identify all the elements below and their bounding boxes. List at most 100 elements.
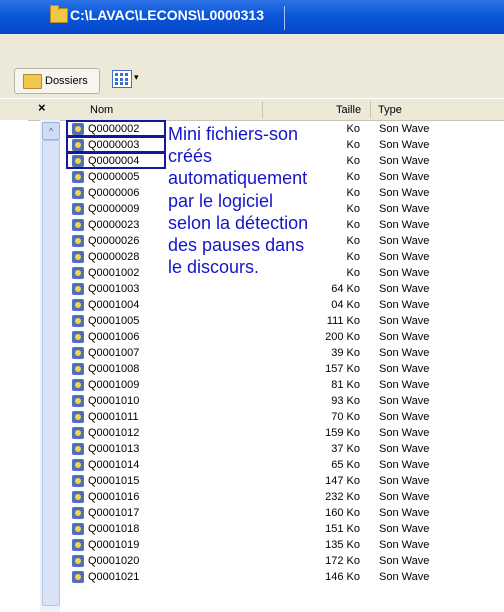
column-header-type[interactable]: Type: [378, 104, 402, 116]
file-name: Q0001015: [88, 475, 140, 487]
file-row[interactable]: Q0001010 93 Ko Son Wave: [0, 393, 504, 409]
file-row[interactable]: Q0001014 65 Ko Son Wave: [0, 457, 504, 473]
file-size: 81 Ko: [331, 379, 360, 391]
annotation-line: selon la détection: [168, 212, 309, 233]
wave-file-icon: [72, 267, 84, 279]
file-row[interactable]: Q0001015 147 Ko Son Wave: [0, 473, 504, 489]
file-name: Q0000028: [88, 251, 140, 263]
column-header-size[interactable]: Taille: [336, 104, 361, 116]
file-row[interactable]: Q0001020 172 Ko Son Wave: [0, 553, 504, 569]
column-divider[interactable]: [370, 101, 371, 118]
file-size: 64 Ko: [331, 283, 360, 295]
file-type: Son Wave: [379, 443, 430, 455]
file-size: 232 Ko: [325, 491, 360, 503]
chevron-down-icon: ▾: [134, 72, 139, 82]
annotation-line: par le logiciel: [168, 190, 274, 211]
file-row[interactable]: Q0001006 200 Ko Son Wave: [0, 329, 504, 345]
file-size: 70 Ko: [331, 411, 360, 423]
file-type: Son Wave: [379, 219, 430, 231]
wave-file-icon: [72, 443, 84, 455]
wave-file-icon: [72, 283, 84, 295]
annotation-text: Mini fichiers-son créés automatiquement …: [166, 123, 344, 279]
annotation-line: créés: [168, 146, 213, 167]
view-grid-icon: [112, 70, 132, 88]
folder-icon: [50, 5, 68, 23]
file-type: Son Wave: [379, 187, 430, 199]
file-name: Q0001008: [88, 363, 140, 375]
wave-file-icon: [72, 539, 84, 551]
file-name: Q0000005: [88, 171, 140, 183]
file-type: Son Wave: [379, 171, 430, 183]
file-type: Son Wave: [379, 139, 430, 151]
file-row[interactable]: Q0001004 04 Ko Son Wave: [0, 297, 504, 313]
highlight-box: [66, 120, 166, 137]
file-type: Son Wave: [379, 395, 430, 407]
annotation-line: Mini fichiers-son: [168, 124, 299, 144]
file-size: 37 Ko: [331, 443, 360, 455]
file-name: Q0001004: [88, 299, 140, 311]
file-row[interactable]: Q0001019 135 Ko Son Wave: [0, 537, 504, 553]
wave-file-icon: [72, 411, 84, 423]
wave-file-icon: [72, 171, 84, 183]
file-name: Q0001010: [88, 395, 140, 407]
file-type: Son Wave: [379, 555, 430, 567]
file-size: 200 Ko: [325, 331, 360, 343]
annotation-line: des pauses dans: [168, 235, 305, 256]
file-row[interactable]: Q0001007 39 Ko Son Wave: [0, 345, 504, 361]
file-row[interactable]: Q0001017 160 Ko Son Wave: [0, 505, 504, 521]
wave-file-icon: [72, 395, 84, 407]
file-type: Son Wave: [379, 155, 430, 167]
file-type: Son Wave: [379, 347, 430, 359]
file-type: Son Wave: [379, 459, 430, 471]
file-name: Q0001012: [88, 427, 140, 439]
annotation-line: automatiquement: [168, 168, 308, 189]
file-size: 160 Ko: [325, 507, 360, 519]
file-type: Son Wave: [379, 523, 430, 535]
file-row[interactable]: Q0001011 70 Ko Son Wave: [0, 409, 504, 425]
folders-button[interactable]: Dossiers: [14, 68, 100, 94]
close-pane-button[interactable]: ×: [38, 100, 46, 115]
file-row[interactable]: Q0001013 37 Ko Son Wave: [0, 441, 504, 457]
file-type: Son Wave: [379, 491, 430, 503]
wave-file-icon: [72, 363, 84, 375]
file-name: Q0000009: [88, 203, 140, 215]
file-name: Q0001002: [88, 267, 140, 279]
file-type: Son Wave: [379, 315, 430, 327]
file-row[interactable]: Q0001005 111 Ko Son Wave: [0, 313, 504, 329]
menu-bar: [0, 34, 504, 59]
highlight-box: [66, 136, 166, 153]
file-type: Son Wave: [379, 267, 430, 279]
wave-file-icon: [72, 491, 84, 503]
file-size: 151 Ko: [325, 523, 360, 535]
file-type: Son Wave: [379, 331, 430, 343]
file-name: Q0001005: [88, 315, 140, 327]
column-divider[interactable]: [262, 101, 263, 118]
file-size: 157 Ko: [325, 363, 360, 375]
window-titlebar: C:\LAVAC\LECONS\L0000313: [0, 0, 504, 34]
file-row[interactable]: Q0001018 151 Ko Son Wave: [0, 521, 504, 537]
column-header-name[interactable]: Nom: [90, 104, 113, 116]
file-type: Son Wave: [379, 251, 430, 263]
wave-file-icon: [72, 459, 84, 471]
folders-button-label: Dossiers: [45, 75, 88, 87]
wave-file-icon: [72, 427, 84, 439]
file-row[interactable]: Q0001008 157 Ko Son Wave: [0, 361, 504, 377]
file-type: Son Wave: [379, 299, 430, 311]
file-type: Son Wave: [379, 283, 430, 295]
file-name: Q0001003: [88, 283, 140, 295]
file-row[interactable]: Q0001016 232 Ko Son Wave: [0, 489, 504, 505]
file-row[interactable]: Q0001009 81 Ko Son Wave: [0, 377, 504, 393]
view-button[interactable]: ▾: [112, 68, 148, 92]
wave-file-icon: [72, 299, 84, 311]
file-type: Son Wave: [379, 123, 430, 135]
file-size: 135 Ko: [325, 539, 360, 551]
file-name: Q0001007: [88, 347, 140, 359]
file-name: Q0001013: [88, 443, 140, 455]
file-row[interactable]: Q0001003 64 Ko Son Wave: [0, 281, 504, 297]
wave-file-icon: [72, 555, 84, 567]
file-row[interactable]: Q0001021 146 Ko Son Wave: [0, 569, 504, 585]
file-row[interactable]: Q0001012 159 Ko Son Wave: [0, 425, 504, 441]
file-type: Son Wave: [379, 203, 430, 215]
wave-file-icon: [72, 251, 84, 263]
wave-file-icon: [72, 315, 84, 327]
